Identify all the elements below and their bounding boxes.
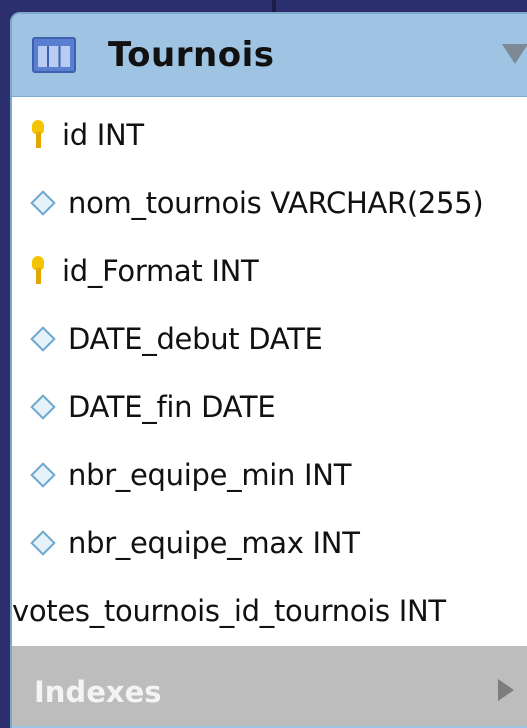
column-label: votes_tournois_id_tournois INT: [12, 594, 446, 628]
column-diamond-icon: [30, 326, 56, 352]
table-tournois[interactable]: Tournois id INT nom_tournois VARCHAR(255…: [10, 12, 527, 728]
column-row[interactable]: votes_tournois_id_tournois INT: [12, 577, 527, 645]
table-header[interactable]: Tournois: [12, 14, 527, 97]
primary-key-icon: [32, 256, 44, 286]
collapse-arrow-icon[interactable]: [502, 44, 527, 64]
column-diamond-icon: [30, 462, 56, 488]
column-row[interactable]: nbr_equipe_min INT: [12, 441, 527, 509]
column-row[interactable]: id_Format INT: [12, 237, 527, 305]
primary-key-icon: [32, 120, 44, 150]
column-row[interactable]: DATE_debut DATE: [12, 305, 527, 373]
indexes-section[interactable]: Indexes: [12, 646, 527, 728]
diagram-canvas: Tournois id INT nom_tournois VARCHAR(255…: [0, 0, 527, 728]
expand-arrow-icon[interactable]: [498, 679, 514, 701]
column-label: nbr_equipe_min INT: [68, 458, 352, 492]
column-row[interactable]: nbr_equipe_max INT: [12, 509, 527, 577]
column-label: DATE_fin DATE: [68, 390, 276, 424]
table-icon: [32, 37, 76, 73]
column-label: nbr_equipe_max INT: [68, 526, 360, 560]
indexes-label: Indexes: [34, 675, 162, 709]
column-list: id INT nom_tournois VARCHAR(255) id_Form…: [12, 97, 527, 645]
column-diamond-icon: [30, 190, 56, 216]
column-row[interactable]: DATE_fin DATE: [12, 373, 527, 441]
column-diamond-icon: [30, 530, 56, 556]
column-diamond-icon: [30, 394, 56, 420]
column-row[interactable]: id INT: [12, 101, 527, 169]
column-row[interactable]: nom_tournois VARCHAR(255): [12, 169, 527, 237]
table-title: Tournois: [108, 35, 275, 75]
column-label: id INT: [62, 118, 144, 152]
column-label: DATE_debut DATE: [68, 322, 323, 356]
column-label: id_Format INT: [62, 254, 259, 288]
column-label: nom_tournois VARCHAR(255): [68, 186, 484, 220]
